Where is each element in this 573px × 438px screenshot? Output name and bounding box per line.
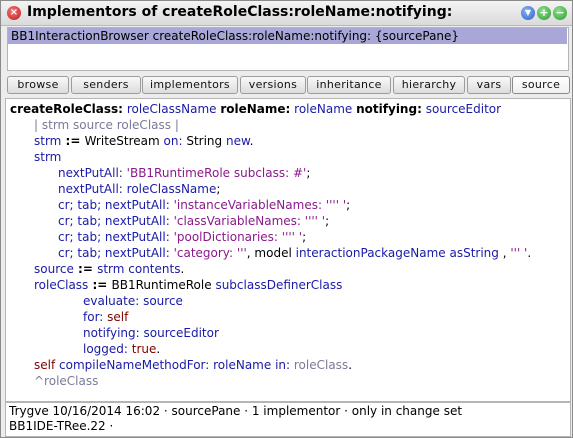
annotation-pane: Trygve 10/16/2014 16:02 · sourcePane · 1… [5,402,571,437]
code-line: cr; tab; nextPutAll: 'category: ''', mod… [58,246,532,260]
list-item[interactable]: BB1InteractionBrowser createRoleClass:ro… [8,28,567,44]
code-line: strm := WriteStream on: String new. [34,134,254,148]
title-bar[interactable]: × Implementors of createRoleClass:roleNa… [1,1,572,26]
code-line: createRoleClass: roleClassName roleName:… [10,102,502,116]
code-line: self compileNameMethodFor: roleName in: … [34,358,353,372]
status-line-2: BB1IDE-TRee.22 · [9,419,114,433]
close-icon[interactable]: × [7,6,21,20]
code-line: | strm source roleClass | [34,118,179,132]
status-line-1: Trygve 10/16/2014 16:02 · sourcePane · 1… [9,404,463,418]
source-button[interactable]: source [512,76,570,94]
versions-button[interactable]: versions [240,76,306,94]
code-line: notifying: sourceEditor [83,326,219,340]
code-line: evaluate: source [83,294,183,308]
implementors-browser-window: × Implementors of createRoleClass:roleNa… [0,0,573,438]
code-line: cr; tab; nextPutAll: 'instanceVariableNa… [58,198,351,212]
minus-icon[interactable]: − [553,6,567,20]
implementors-button[interactable]: implementors [142,76,238,94]
code-line: source := strm contents. [34,262,185,276]
code-line: logged: true. [83,342,161,356]
code-line: for: self [83,310,129,324]
plus-icon[interactable]: + [537,6,551,20]
vars-button[interactable]: vars [467,76,511,94]
inheritance-button[interactable]: inheritance [307,76,391,94]
hierarchy-button[interactable]: hierarchy [393,76,465,94]
code-line: strm [34,150,62,164]
browser-button-bar: browse senders implementors versions inh… [7,76,570,94]
code-line: nextPutAll: 'BB1RuntimeRole subclass: #'… [58,166,311,180]
code-line: nextPutAll: roleClassName; [58,182,221,196]
code-line: ^roleClass [34,374,99,388]
senders-button[interactable]: senders [71,76,141,94]
chevron-down-icon[interactable]: ▼ [521,6,535,20]
code-line: cr; tab; nextPutAll: 'poolDictionaries: … [58,230,307,244]
browse-button[interactable]: browse [7,76,69,94]
code-line: cr; tab; nextPutAll: 'classVariableNames… [58,214,330,228]
source-code-pane[interactable]: createRoleClass: roleClassName roleName:… [5,98,571,402]
code-line: roleClass := BB1RuntimeRole subclassDefi… [34,278,343,292]
implementors-list[interactable]: BB1InteractionBrowser createRoleClass:ro… [7,27,569,71]
window-title: Implementors of createRoleClass:roleName… [27,4,453,20]
